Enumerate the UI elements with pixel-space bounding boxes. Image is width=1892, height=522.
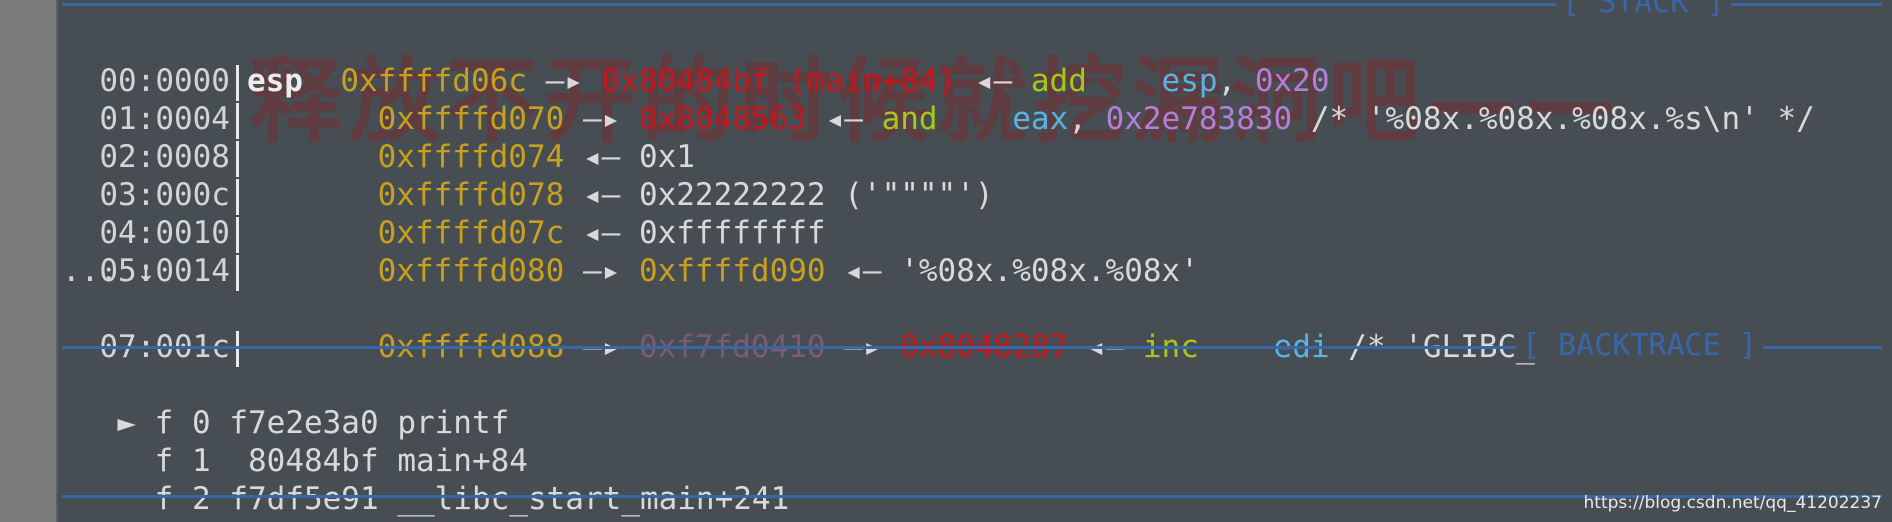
string-comment: /* '%08x.%08x.%08x.%s\n' */ (1292, 101, 1815, 137)
stack-address: 0xffffd080 (377, 253, 565, 289)
instruction-mnemonic: and (881, 101, 938, 137)
backtrace-frame[interactable]: f 2 f7df5e91 __libc_start_main+241 (80, 442, 790, 517)
instruction-operand: eax (1012, 101, 1069, 137)
operand-separator: , (1068, 101, 1106, 137)
stack-value: 0xffffd090 (638, 253, 826, 289)
frame-number: f 2 (154, 481, 211, 517)
source-url-watermark: https://blog.csdn.net/qq_41202237 (1583, 493, 1882, 513)
stack-row: 02:0008 0xffffd074 ◂— 0x1 (62, 100, 695, 177)
backtrace-frame[interactable]: f 1 80484bf main+84 (80, 404, 528, 479)
skipped-rows-indicator: ... ↓ (62, 253, 156, 289)
instruction-immediate: 0x2e783830 (1105, 101, 1293, 137)
stack-row: 04:0010 0xffffd07c ◂— 0xffffffff (62, 176, 826, 253)
backtrace-section-title: [ BACKTRACE ] (1516, 331, 1763, 361)
stack-row-separator (235, 254, 239, 291)
stack-row: 07:001c 0xffffd088 —▸ 0xf7fd0410 —▸ 0x80… (62, 290, 1665, 367)
stack-row: 01:0004 0xffffd070 —▸ 0x8048563 ◂— and e… (62, 62, 1815, 139)
deref-arrow: ◂— (806, 101, 882, 137)
stack-row: 00:0000 esp 0xffffd06c —▸ 0x80484bf (main… (62, 24, 1330, 101)
string-value: '%08x.%08x.%08x' (900, 253, 1199, 289)
backtrace-frame[interactable]: ► f 0 f7e2e3a0 printf (80, 366, 509, 441)
window-gutter (0, 0, 58, 522)
frame-symbol: __libc_start_main+241 (397, 481, 790, 517)
frame-address: f7df5e91 (229, 481, 379, 517)
pointer-arrow: —▸ (564, 253, 639, 289)
stack-section-title: [ STACK ] (1556, 0, 1731, 18)
stack-row: 03:000c 0xffffd078 ◂— 0x22222222 ('""""'… (62, 138, 994, 215)
deref-arrow: ◂— (825, 253, 901, 289)
frame-marker (117, 481, 154, 517)
stack-row: 05:0014 0xffffd080 —▸ 0xffffd090 ◂— '%08… (62, 214, 1199, 291)
